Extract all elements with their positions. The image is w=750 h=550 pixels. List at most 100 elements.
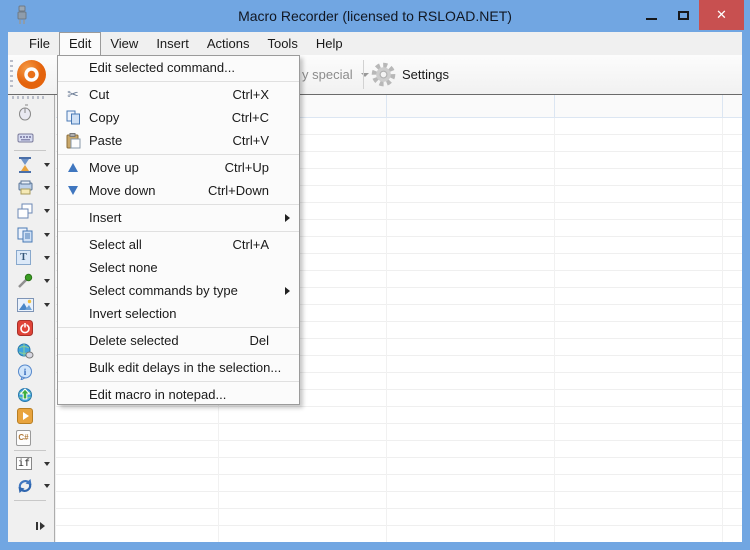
printer-icon [16, 179, 34, 197]
keyboard-icon [16, 128, 34, 146]
dropdown-arrow-icon[interactable] [44, 163, 50, 167]
dropdown-arrow-icon[interactable] [44, 233, 50, 237]
if-tool[interactable]: if [8, 452, 54, 475]
printer-tool[interactable] [8, 176, 54, 199]
menu-item-edit-macro-in-notepad[interactable]: Edit macro in notepad... [58, 383, 299, 406]
loop-icon [16, 477, 34, 495]
windows-icon [16, 202, 34, 220]
text-tool[interactable]: T [8, 246, 54, 269]
sidebar-separator [14, 150, 46, 151]
menu-file[interactable]: File [20, 32, 59, 55]
record-button[interactable] [16, 59, 47, 93]
play-icon [16, 407, 34, 425]
menu-item-select-commands-by-type[interactable]: Select commands by type [58, 279, 299, 302]
csharp-icon: C# [16, 429, 31, 446]
menu-item-cut[interactable]: ✂ Cut Ctrl+X [58, 83, 299, 106]
loop-tool[interactable] [8, 474, 54, 497]
eyedropper-icon [16, 272, 34, 290]
web-mouse-tool[interactable] [8, 339, 54, 362]
globe-mouse-icon [16, 342, 34, 360]
menu-item-paste[interactable]: Paste Ctrl+V [58, 129, 299, 152]
menu-item-insert[interactable]: Insert [58, 206, 299, 229]
menu-tools[interactable]: Tools [258, 32, 306, 55]
image-icon [16, 296, 34, 314]
overflow-arrow-icon [39, 522, 45, 530]
menu-item-bulk-edit-delays[interactable]: Bulk edit delays in the selection... [58, 356, 299, 379]
menu-edit[interactable]: Edit [58, 32, 102, 55]
copy-icon [62, 106, 84, 129]
dropdown-arrow-icon [360, 72, 369, 77]
hourglass-icon [16, 156, 34, 174]
menu-actions[interactable]: Actions [198, 32, 259, 55]
menu-item-move-down[interactable]: Move down Ctrl+Down [58, 179, 299, 202]
edit-menu-dropdown: Edit selected command... ✂ Cut Ctrl+X Co… [57, 55, 300, 405]
minimize-icon [645, 18, 657, 20]
menu-item-edit-selected-command[interactable]: Edit selected command... [58, 56, 299, 79]
copy-docs-icon [16, 226, 34, 244]
move-down-icon [62, 179, 84, 202]
menu-separator [58, 230, 299, 232]
copy-special-button-clipped[interactable]: y special [302, 55, 369, 94]
cut-icon: ✂ [67, 86, 79, 103]
delay-tool[interactable] [8, 153, 54, 176]
mouse-tool[interactable] [8, 101, 54, 124]
tooltip-tool[interactable]: i [8, 360, 54, 383]
menu-item-delete-selected[interactable]: Delete selected Del [58, 329, 299, 352]
menu-separator [58, 80, 299, 82]
dropdown-arrow-icon[interactable] [44, 303, 50, 307]
globe-upload-icon [16, 386, 34, 404]
minimize-button[interactable] [636, 0, 666, 30]
shutdown-tool[interactable] [8, 316, 54, 339]
dropdown-arrow-icon[interactable] [44, 462, 50, 466]
dropdown-arrow-icon[interactable] [44, 209, 50, 213]
gear-icon [371, 62, 396, 87]
menu-item-select-all[interactable]: Select all Ctrl+A [58, 233, 299, 256]
command-sidebar: T i C# if [8, 95, 55, 542]
dropdown-arrow-icon[interactable] [44, 484, 50, 488]
run-program-tool[interactable] [8, 404, 54, 427]
record-icon [17, 60, 46, 89]
info-icon: i [16, 363, 34, 381]
paste-icon [62, 129, 84, 152]
menu-help[interactable]: Help [307, 32, 352, 55]
overflow-icon [35, 522, 38, 530]
menu-item-invert-selection[interactable]: Invert selection [58, 302, 299, 325]
upload-tool[interactable] [8, 383, 54, 406]
toolbar-grip[interactable] [10, 60, 13, 90]
menu-separator [58, 353, 299, 355]
window-tool[interactable] [8, 199, 54, 222]
menu-item-move-up[interactable]: Move up Ctrl+Up [58, 156, 299, 179]
menu-separator [58, 380, 299, 382]
mouse-icon [16, 104, 34, 122]
csharp-tool[interactable]: C# [8, 426, 54, 449]
menu-view[interactable]: View [101, 32, 147, 55]
menu-separator [58, 203, 299, 205]
dropdown-arrow-icon[interactable] [44, 279, 50, 283]
toolbar-separator [363, 60, 364, 89]
submenu-arrow-icon [285, 214, 290, 222]
move-up-icon [62, 156, 84, 179]
menu-separator [58, 153, 299, 155]
menu-separator [58, 326, 299, 328]
color-picker-tool[interactable] [8, 269, 54, 292]
menu-item-copy[interactable]: Copy Ctrl+C [58, 106, 299, 129]
text-icon: T [16, 250, 31, 265]
maximize-button[interactable] [668, 0, 698, 30]
toolbar-overflow-button[interactable] [30, 519, 50, 533]
dropdown-arrow-icon[interactable] [44, 256, 50, 260]
dropdown-arrow-icon[interactable] [44, 186, 50, 190]
keyboard-tool[interactable] [8, 125, 54, 148]
sidebar-grip[interactable] [12, 96, 44, 99]
sidebar-separator [14, 450, 46, 451]
clipboard-tool[interactable] [8, 223, 54, 246]
menu-item-select-none[interactable]: Select none [58, 256, 299, 279]
window-body: File Edit View Insert Actions Tools Help… [8, 32, 742, 542]
close-button[interactable]: ✕ [699, 0, 744, 30]
image-tool[interactable] [8, 293, 54, 316]
title-bar[interactable]: Macro Recorder (licensed to RSLOAD.NET) … [0, 0, 750, 32]
settings-button[interactable]: Settings [370, 55, 449, 94]
submenu-arrow-icon [285, 287, 290, 295]
if-icon: if [16, 457, 32, 470]
maximize-icon [677, 10, 689, 20]
menu-insert[interactable]: Insert [147, 32, 198, 55]
